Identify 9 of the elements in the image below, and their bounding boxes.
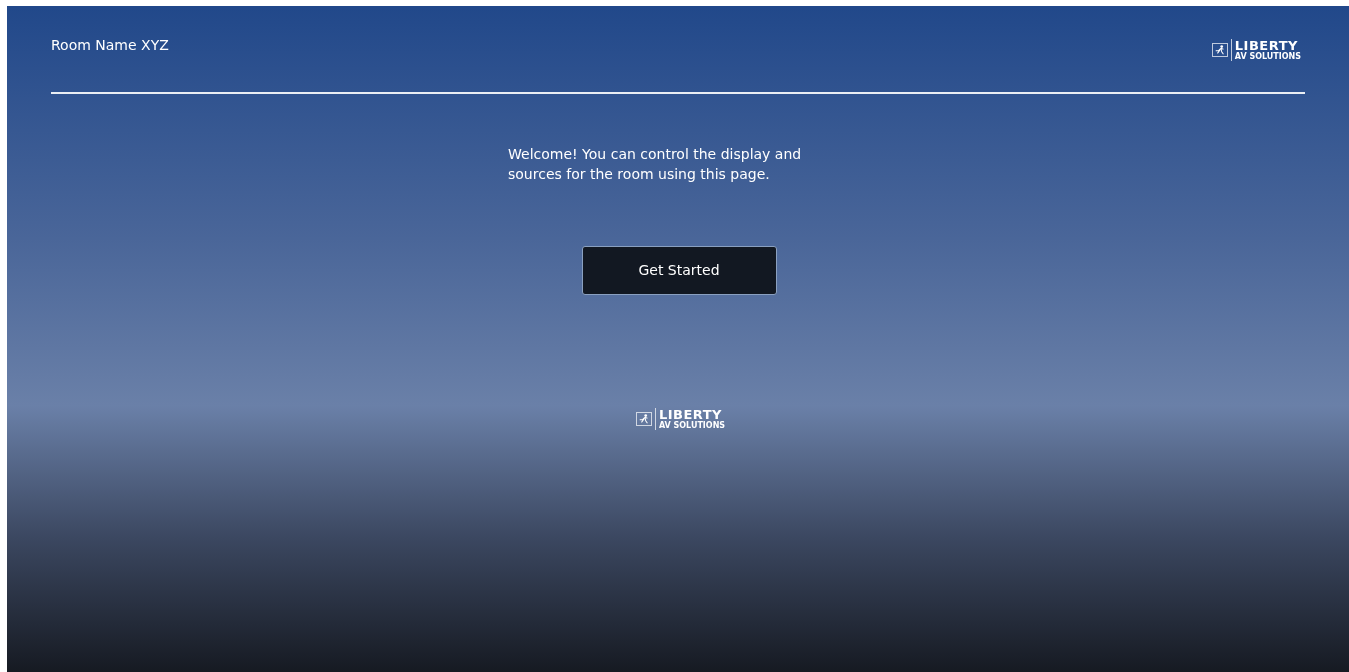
welcome-message: Welcome! You can control the display and sources for the room using this page. bbox=[508, 145, 803, 184]
logo-name: LIBERTY bbox=[1234, 39, 1298, 52]
logo-tagline: AV SOLUTIONS bbox=[1234, 53, 1301, 61]
get-started-button[interactable]: Get Started bbox=[581, 246, 777, 295]
logo-tagline: AV SOLUTIONS bbox=[658, 422, 726, 430]
room-name: Room Name XYZ bbox=[51, 36, 169, 55]
logo-name: LIBERTY bbox=[658, 408, 723, 421]
runner-icon bbox=[635, 412, 652, 426]
runner-icon bbox=[1211, 43, 1228, 57]
